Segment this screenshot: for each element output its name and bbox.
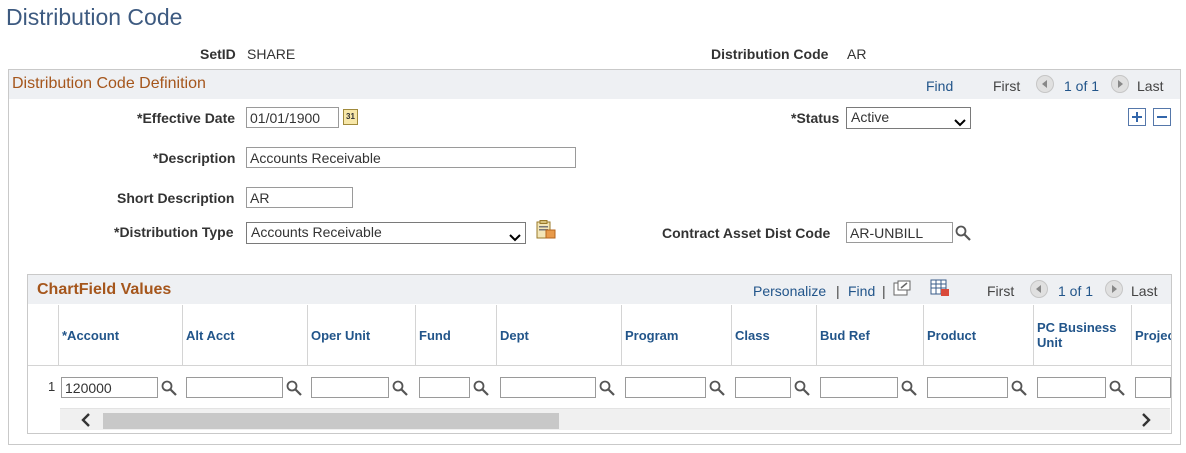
new-window-icon[interactable] (893, 280, 911, 296)
distribution-type-select[interactable]: Accounts Receivable (246, 222, 526, 244)
product-input[interactable] (927, 377, 1008, 398)
header-divider (28, 365, 1171, 366)
project-input[interactable] (1135, 377, 1171, 398)
clipboard-icon[interactable] (535, 220, 557, 240)
search-icon[interactable] (161, 380, 177, 396)
col-bud-ref[interactable]: Bud Ref (816, 305, 923, 365)
contract-asset-input[interactable] (846, 222, 953, 243)
distribution-type-value: Accounts Receivable (251, 224, 382, 240)
class-input[interactable] (735, 377, 791, 398)
alt-acct-input[interactable] (186, 377, 283, 398)
download-spreadsheet-icon[interactable] (930, 279, 950, 297)
plus-icon (1132, 112, 1142, 122)
status-select-value: Active (851, 109, 890, 125)
definition-row-count[interactable]: 1 of 1 (1064, 78, 1099, 94)
search-icon[interactable] (286, 380, 302, 396)
definition-first-label: First (993, 78, 1021, 94)
search-icon[interactable] (1011, 380, 1027, 396)
short-description-label: Short Description (117, 190, 235, 206)
col-product[interactable]: Product (923, 305, 1033, 365)
status-label: *Status (791, 110, 840, 126)
grid-last-label: Last (1131, 283, 1158, 299)
scroll-right-icon[interactable] (1140, 413, 1152, 430)
personalize-link[interactable]: Personalize (753, 283, 826, 299)
account-input[interactable] (61, 377, 158, 398)
status-select[interactable]: Active (846, 107, 971, 129)
col-program[interactable]: Program (621, 305, 731, 365)
fund-input[interactable] (419, 377, 470, 398)
distribution-type-label: *Distribution Type (114, 224, 234, 240)
distribution-code-value: AR (847, 46, 867, 62)
description-label: *Description (153, 150, 236, 166)
grid-next-arrow-icon[interactable] (1105, 280, 1123, 298)
effective-date-input[interactable] (246, 107, 339, 128)
oper-unit-input[interactable] (311, 377, 389, 398)
add-row-button[interactable] (1128, 108, 1146, 126)
pc-business-unit-input[interactable] (1037, 377, 1106, 398)
search-icon[interactable] (955, 225, 971, 241)
col-pc-business-unit[interactable]: PC Business Unit (1033, 305, 1131, 365)
search-icon[interactable] (392, 380, 408, 396)
col-alt-acct[interactable]: Alt Acct (182, 305, 307, 365)
col-class[interactable]: Class (731, 305, 816, 365)
search-icon[interactable] (1109, 380, 1125, 396)
grid-separator: | (836, 283, 840, 299)
grid-prev-arrow-icon[interactable] (1030, 280, 1048, 298)
col-dept[interactable]: Dept (496, 305, 621, 365)
scroll-left-icon[interactable] (80, 413, 92, 430)
description-input[interactable] (246, 147, 576, 168)
distribution-code-label: Distribution Code (711, 46, 829, 62)
search-icon[interactable] (599, 380, 615, 396)
search-icon[interactable] (709, 380, 725, 396)
calendar-day: 31 (346, 112, 355, 121)
grid-separator-2: | (882, 283, 886, 299)
next-arrow-icon[interactable] (1111, 75, 1129, 93)
search-icon[interactable] (473, 380, 489, 396)
col-project[interactable]: Projec (1131, 305, 1171, 365)
grid-find-link[interactable]: Find (848, 283, 875, 299)
delete-row-button[interactable] (1153, 108, 1171, 126)
contract-asset-label: Contract Asset Dist Code (662, 225, 831, 241)
search-icon[interactable] (901, 380, 917, 396)
definition-last-label: Last (1137, 78, 1164, 94)
chevron-down-icon (954, 114, 966, 130)
definition-find-link[interactable]: Find (926, 78, 953, 94)
definition-panel-title: Distribution Code Definition (12, 75, 206, 92)
minus-icon (1157, 116, 1167, 118)
chartfield-grid-title: ChartField Values (37, 281, 172, 298)
search-icon[interactable] (794, 380, 810, 396)
calendar-icon[interactable]: 31 (343, 109, 358, 125)
chevron-down-icon (509, 229, 521, 245)
col-fund[interactable]: Fund (415, 305, 496, 365)
setid-label: SetID (200, 46, 236, 62)
setid-value: SHARE (247, 46, 296, 62)
dept-input[interactable] (500, 377, 596, 398)
grid-first-label: First (987, 283, 1015, 299)
effective-date-label: *Effective Date (137, 110, 236, 126)
short-description-input[interactable] (246, 187, 353, 208)
col-oper-unit[interactable]: Oper Unit (307, 305, 415, 365)
col-account[interactable]: *Account (58, 305, 182, 365)
bud-ref-input[interactable] (820, 377, 898, 398)
scrollbar-thumb[interactable] (103, 413, 559, 429)
page-title: Distribution Code (6, 4, 183, 30)
prev-arrow-icon[interactable] (1036, 75, 1054, 93)
grid-row-count[interactable]: 1 of 1 (1058, 283, 1093, 299)
row-number: 1 (48, 379, 56, 394)
program-input[interactable] (625, 377, 706, 398)
